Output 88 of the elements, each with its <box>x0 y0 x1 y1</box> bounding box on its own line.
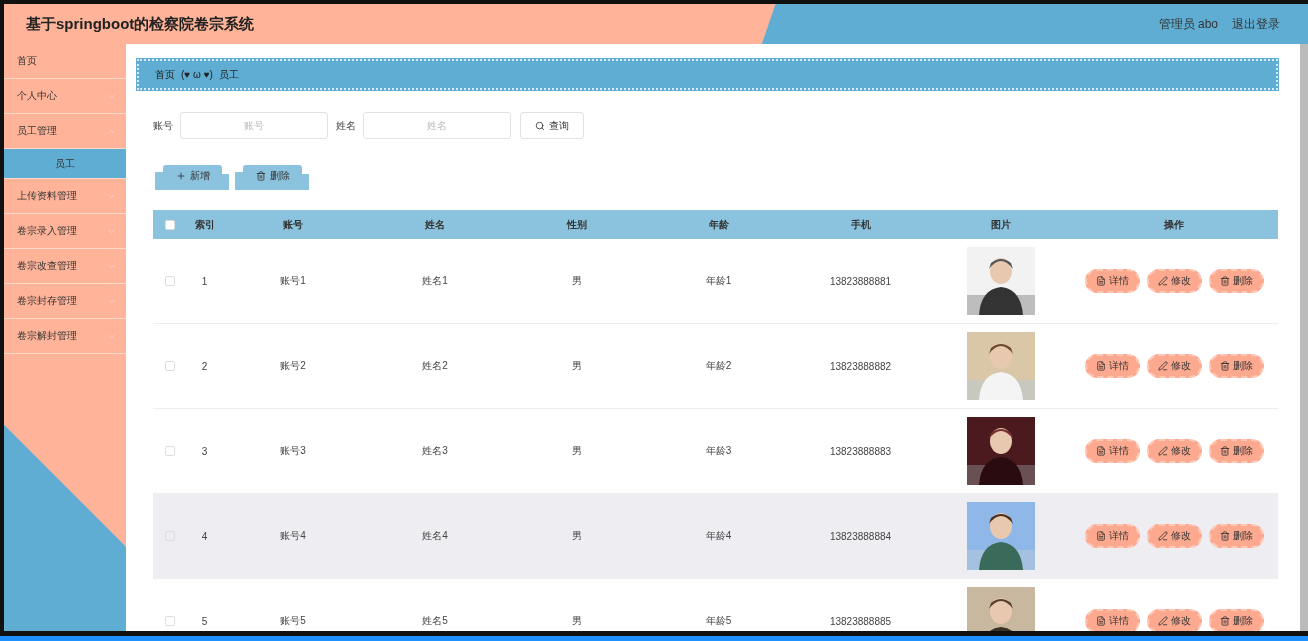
table-cell-text: 姓名1 <box>421 274 449 288</box>
document-icon <box>1095 616 1106 626</box>
table-cell-text: 2 <box>200 360 209 372</box>
table-cell-text: 4 <box>200 530 209 542</box>
table-cell-text: 5 <box>200 615 209 627</box>
table-cell-text: 姓名5 <box>421 614 449 628</box>
trash-icon <box>1219 361 1230 371</box>
edit-button[interactable]: 修改 <box>1146 524 1202 548</box>
table-cell-text: 男 <box>570 614 583 628</box>
search-icon <box>535 120 545 131</box>
table-cell-text: 账号2 <box>279 359 307 373</box>
edit-button[interactable]: 修改 <box>1146 609 1202 631</box>
delete-button[interactable]: 删除 <box>1208 609 1264 631</box>
delete-button[interactable]: 删除 <box>1208 524 1264 548</box>
table-cell-text: 年龄3 <box>704 444 733 458</box>
table-cell-text: 13823888882 <box>828 360 893 372</box>
table-cell-text: 男 <box>570 529 583 543</box>
document-icon <box>1095 446 1106 456</box>
column-header: 年龄 <box>707 217 730 232</box>
detail-button[interactable]: 详情 <box>1084 269 1140 293</box>
detail-button[interactable]: 详情 <box>1084 354 1140 378</box>
breadcrumb-separator: (♥ ω ♥) <box>181 69 213 80</box>
table-cell-text: 1 <box>200 275 209 287</box>
detail-button[interactable]: 详情 <box>1084 439 1140 463</box>
column-header: 姓名 <box>424 217 446 232</box>
checkbox[interactable] <box>165 446 175 456</box>
detail-button[interactable]: 详情 <box>1084 609 1140 631</box>
table-cell-text: 账号4 <box>279 529 307 543</box>
table-cell-text: 账号1 <box>279 274 307 288</box>
user-label: 管理员 abo <box>1158 15 1218 33</box>
document-icon <box>1095 276 1106 286</box>
table-cell-text: 姓名2 <box>421 359 449 373</box>
edit-button[interactable]: 修改 <box>1146 354 1202 378</box>
document-icon <box>1095 531 1106 541</box>
table-cell-text: 13823888883 <box>828 445 893 457</box>
detail-button[interactable]: 详情 <box>1084 524 1140 548</box>
table-cell-text: 姓名4 <box>421 529 449 543</box>
trash-icon <box>255 171 266 181</box>
table-cell-text: 年龄1 <box>704 274 733 288</box>
column-header: 图片 <box>989 217 1012 232</box>
pen-icon <box>1157 446 1168 456</box>
table-cell-text: 年龄2 <box>704 359 733 373</box>
trash-icon <box>1219 446 1230 456</box>
edit-button[interactable]: 修改 <box>1146 439 1202 463</box>
table-cell-text: 男 <box>570 274 583 288</box>
table-cell-text: 3 <box>200 445 209 457</box>
column-header: 性别 <box>565 217 588 232</box>
breadcrumb-current: 员工 <box>218 67 239 82</box>
search-field[interactable]: 账号 <box>180 112 328 139</box>
plus-icon <box>175 171 186 181</box>
checkbox[interactable] <box>165 616 175 626</box>
field-label: 账号 <box>153 118 173 133</box>
pen-icon <box>1157 276 1168 286</box>
table-cell-text: 年龄4 <box>704 529 733 543</box>
table-cell-text: 账号3 <box>279 444 307 458</box>
field-label: 姓名 <box>336 118 356 133</box>
logout-link[interactable]: 退出登录 <box>1232 15 1280 33</box>
checkbox[interactable] <box>165 219 175 230</box>
column-header: 操作 <box>1163 217 1185 232</box>
trash-icon <box>1219 616 1230 626</box>
column-header: 账号 <box>282 217 304 232</box>
pen-icon <box>1157 616 1168 626</box>
app-title: 基于springboot的检察院卷宗系统 <box>26 14 255 34</box>
pen-icon <box>1157 531 1168 541</box>
table-cell-text: 年龄5 <box>704 614 733 628</box>
document-icon <box>1095 361 1106 371</box>
search-button[interactable]: 查询 <box>520 112 584 139</box>
checkbox[interactable] <box>165 361 175 371</box>
table-cell-text: 男 <box>570 444 583 458</box>
edit-button[interactable]: 修改 <box>1146 269 1202 293</box>
table-cell-text: 13823888881 <box>828 275 893 287</box>
table-cell-text: 账号5 <box>279 614 307 628</box>
sidebar-subitem[interactable]: 员工 <box>4 149 126 179</box>
pen-icon <box>1157 361 1168 371</box>
delete-button[interactable]: 删除 <box>1208 439 1264 463</box>
trash-icon <box>1219 531 1230 541</box>
delete-button[interactable]: 删除 <box>1208 269 1264 293</box>
breadcrumb-link[interactable]: 首页 <box>155 67 175 82</box>
trash-icon <box>1219 276 1230 286</box>
search-field[interactable]: 姓名 <box>363 112 511 139</box>
checkbox[interactable] <box>165 276 175 286</box>
table-cell-text: 男 <box>570 359 583 373</box>
column-header: 手机 <box>849 217 872 232</box>
column-header: 索引 <box>193 217 216 232</box>
table-cell-text: 13823888885 <box>828 615 893 627</box>
table-cell-text: 姓名3 <box>421 444 449 458</box>
delete-button[interactable]: 删除 <box>1208 354 1264 378</box>
table-cell-text: 13823888884 <box>828 530 893 542</box>
